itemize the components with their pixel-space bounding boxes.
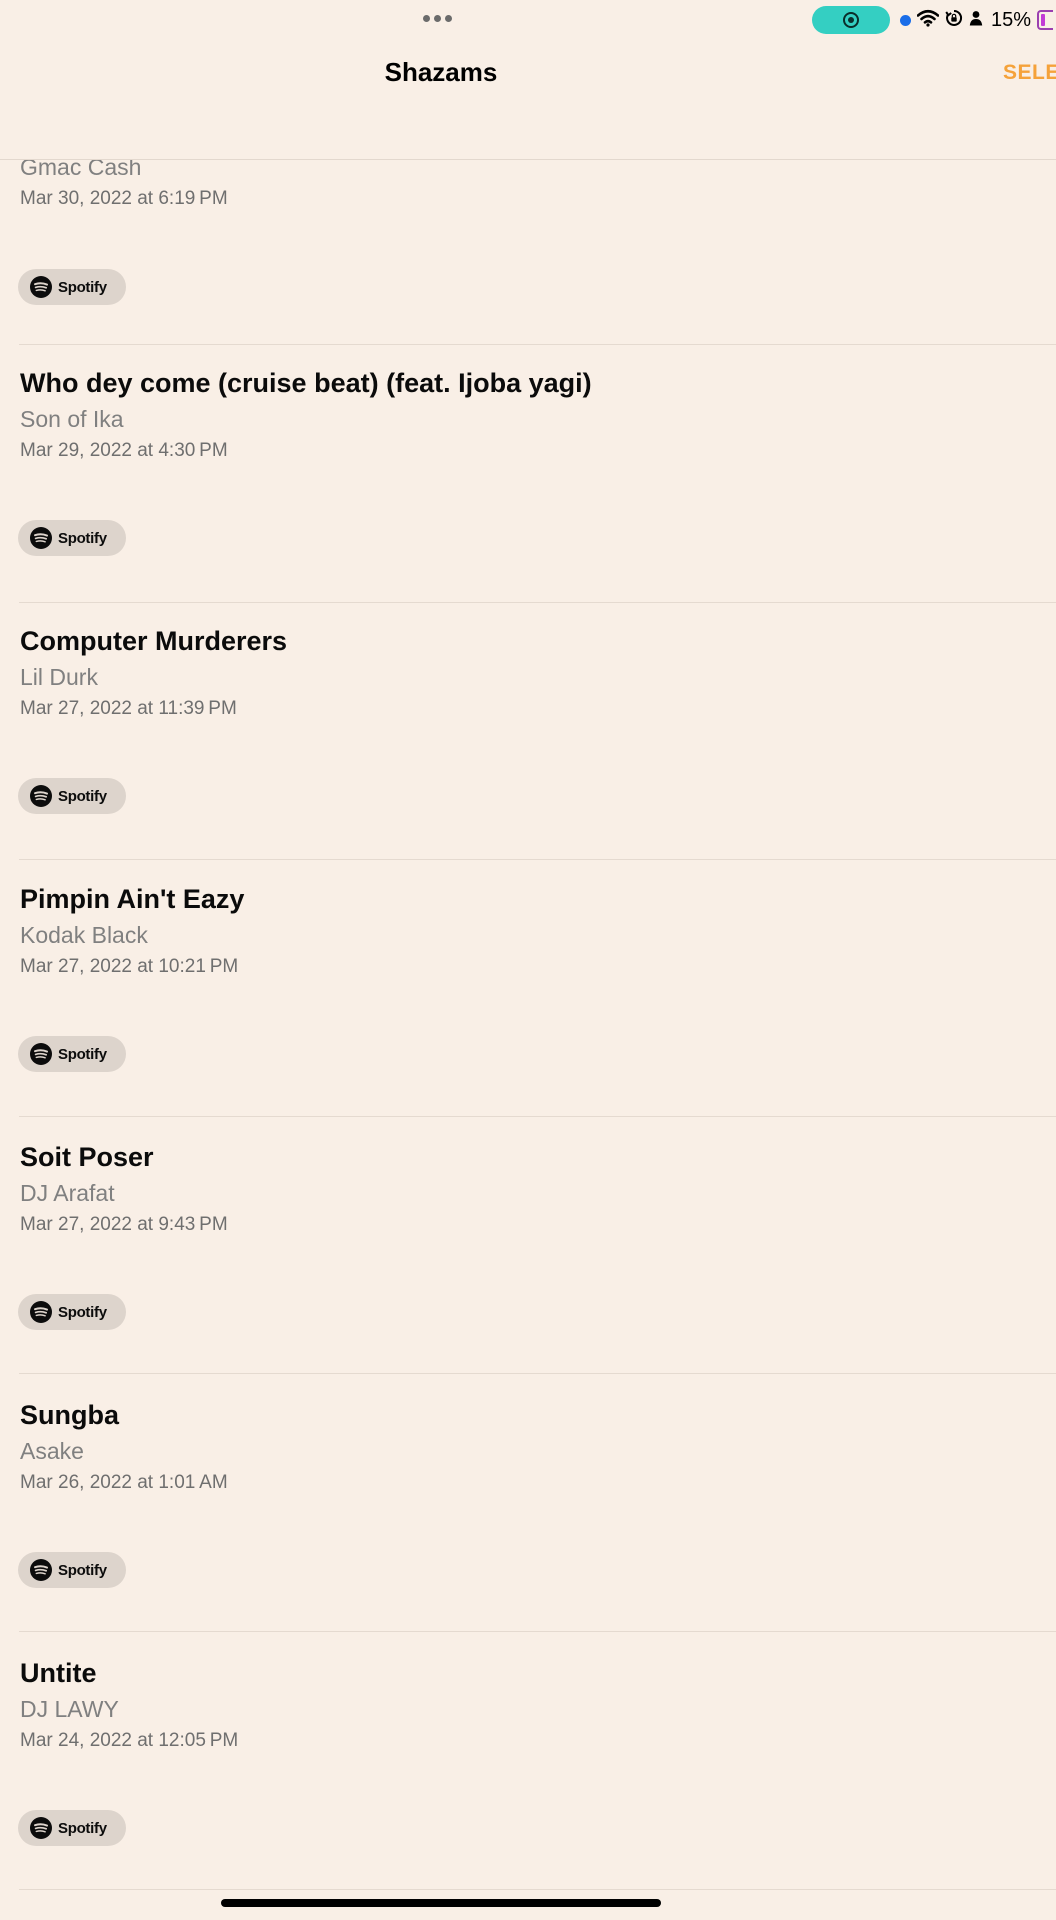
nav-header: Shazams SELE [0,40,1056,160]
spotify-button[interactable]: Spotify [18,1552,126,1588]
battery-icon [1037,10,1054,30]
spotify-icon [30,785,52,807]
list-item[interactable]: Who dey come (cruise beat) (feat. Ijoba … [0,368,1056,626]
song-title: Sungba [20,1400,119,1430]
song-date: Mar 30, 2022 at 6:19 PM [20,188,228,209]
page-title: Shazams [384,57,498,87]
wifi-icon [916,9,940,32]
spotify-icon [30,1043,52,1065]
song-artist: Kodak Black [20,922,148,948]
divider [19,1373,1056,1374]
divider [19,1889,1056,1890]
divider [19,344,1056,345]
orientation-lock-icon [945,9,963,32]
song-title: Soit Poser [20,1142,154,1172]
spotify-button[interactable]: Spotify [18,778,126,814]
spotify-button[interactable]: Spotify [18,520,126,556]
divider [19,1116,1056,1117]
song-title: Pimpin Ain't Eazy [20,884,245,914]
song-date: Mar 29, 2022 at 4:30 PM [20,440,228,461]
record-icon [843,12,859,28]
spotify-label: Spotify [58,278,107,296]
song-title: Untite [20,1658,97,1688]
person-icon [969,10,983,31]
song-artist: DJ LAWY [20,1696,119,1722]
list-item[interactable]: Sungba Asake Mar 26, 2022 at 1:01 AM Spo… [0,1400,1056,1658]
spotify-label: Spotify [58,1303,107,1321]
spotify-label: Spotify [58,1561,107,1579]
song-date: Mar 24, 2022 at 12:05 PM [20,1730,239,1751]
divider [19,602,1056,603]
home-indicator[interactable] [221,1899,661,1907]
song-artist: Asake [20,1438,84,1464]
spotify-icon [30,1817,52,1839]
song-title: Who dey come (cruise beat) (feat. Ijoba … [20,368,592,398]
spotify-icon [30,276,52,298]
song-date: Mar 27, 2022 at 10:21 PM [20,956,239,977]
select-button[interactable]: SELE [1003,61,1056,85]
spotify-icon [30,1301,52,1323]
song-artist: Son of Ika [20,406,124,432]
spotify-icon [30,1559,52,1581]
list-item[interactable]: Soit Poser DJ Arafat Mar 27, 2022 at 9:4… [0,1142,1056,1400]
privacy-dot-icon [900,14,911,26]
list-item[interactable]: Computer Murderers Lil Durk Mar 27, 2022… [0,626,1056,884]
spotify-button[interactable]: Spotify [18,1036,126,1072]
spotify-label: Spotify [58,1045,107,1063]
spotify-label: Spotify [58,529,107,547]
divider [19,1631,1056,1632]
spotify-label: Spotify [58,787,107,805]
list-item[interactable]: Untite DJ LAWY Mar 24, 2022 at 12:05 PM … [0,1658,1056,1916]
list-item[interactable]: Pimpin Ain't Eazy Kodak Black Mar 27, 20… [0,884,1056,1142]
battery-percentage: 15% [991,8,1032,31]
list-item[interactable]: Gmac Cash Mar 30, 2022 at 6:19 PM Spotif… [0,126,1056,384]
divider [19,859,1056,860]
spotify-button[interactable]: Spotify [18,1810,126,1846]
song-date: Mar 27, 2022 at 11:39 PM [20,698,237,719]
screen-recording-indicator[interactable] [812,6,890,34]
spotify-icon [30,527,52,549]
multitasking-dots-icon[interactable] [423,15,452,22]
spotify-label: Spotify [58,1819,107,1837]
song-artist: DJ Arafat [20,1180,115,1206]
song-artist: Lil Durk [20,664,98,690]
shazam-list[interactable]: Gmac Cash Mar 30, 2022 at 6:19 PM Spotif… [0,0,1056,1920]
spotify-button[interactable]: Spotify [18,269,126,305]
song-title: Computer Murderers [20,626,288,656]
spotify-button[interactable]: Spotify [18,1294,126,1330]
status-icons: 15% [900,8,1054,32]
status-bar: 15% [0,0,1056,40]
song-date: Mar 27, 2022 at 9:43 PM [20,1214,228,1235]
song-date: Mar 26, 2022 at 1:01 AM [20,1472,228,1493]
